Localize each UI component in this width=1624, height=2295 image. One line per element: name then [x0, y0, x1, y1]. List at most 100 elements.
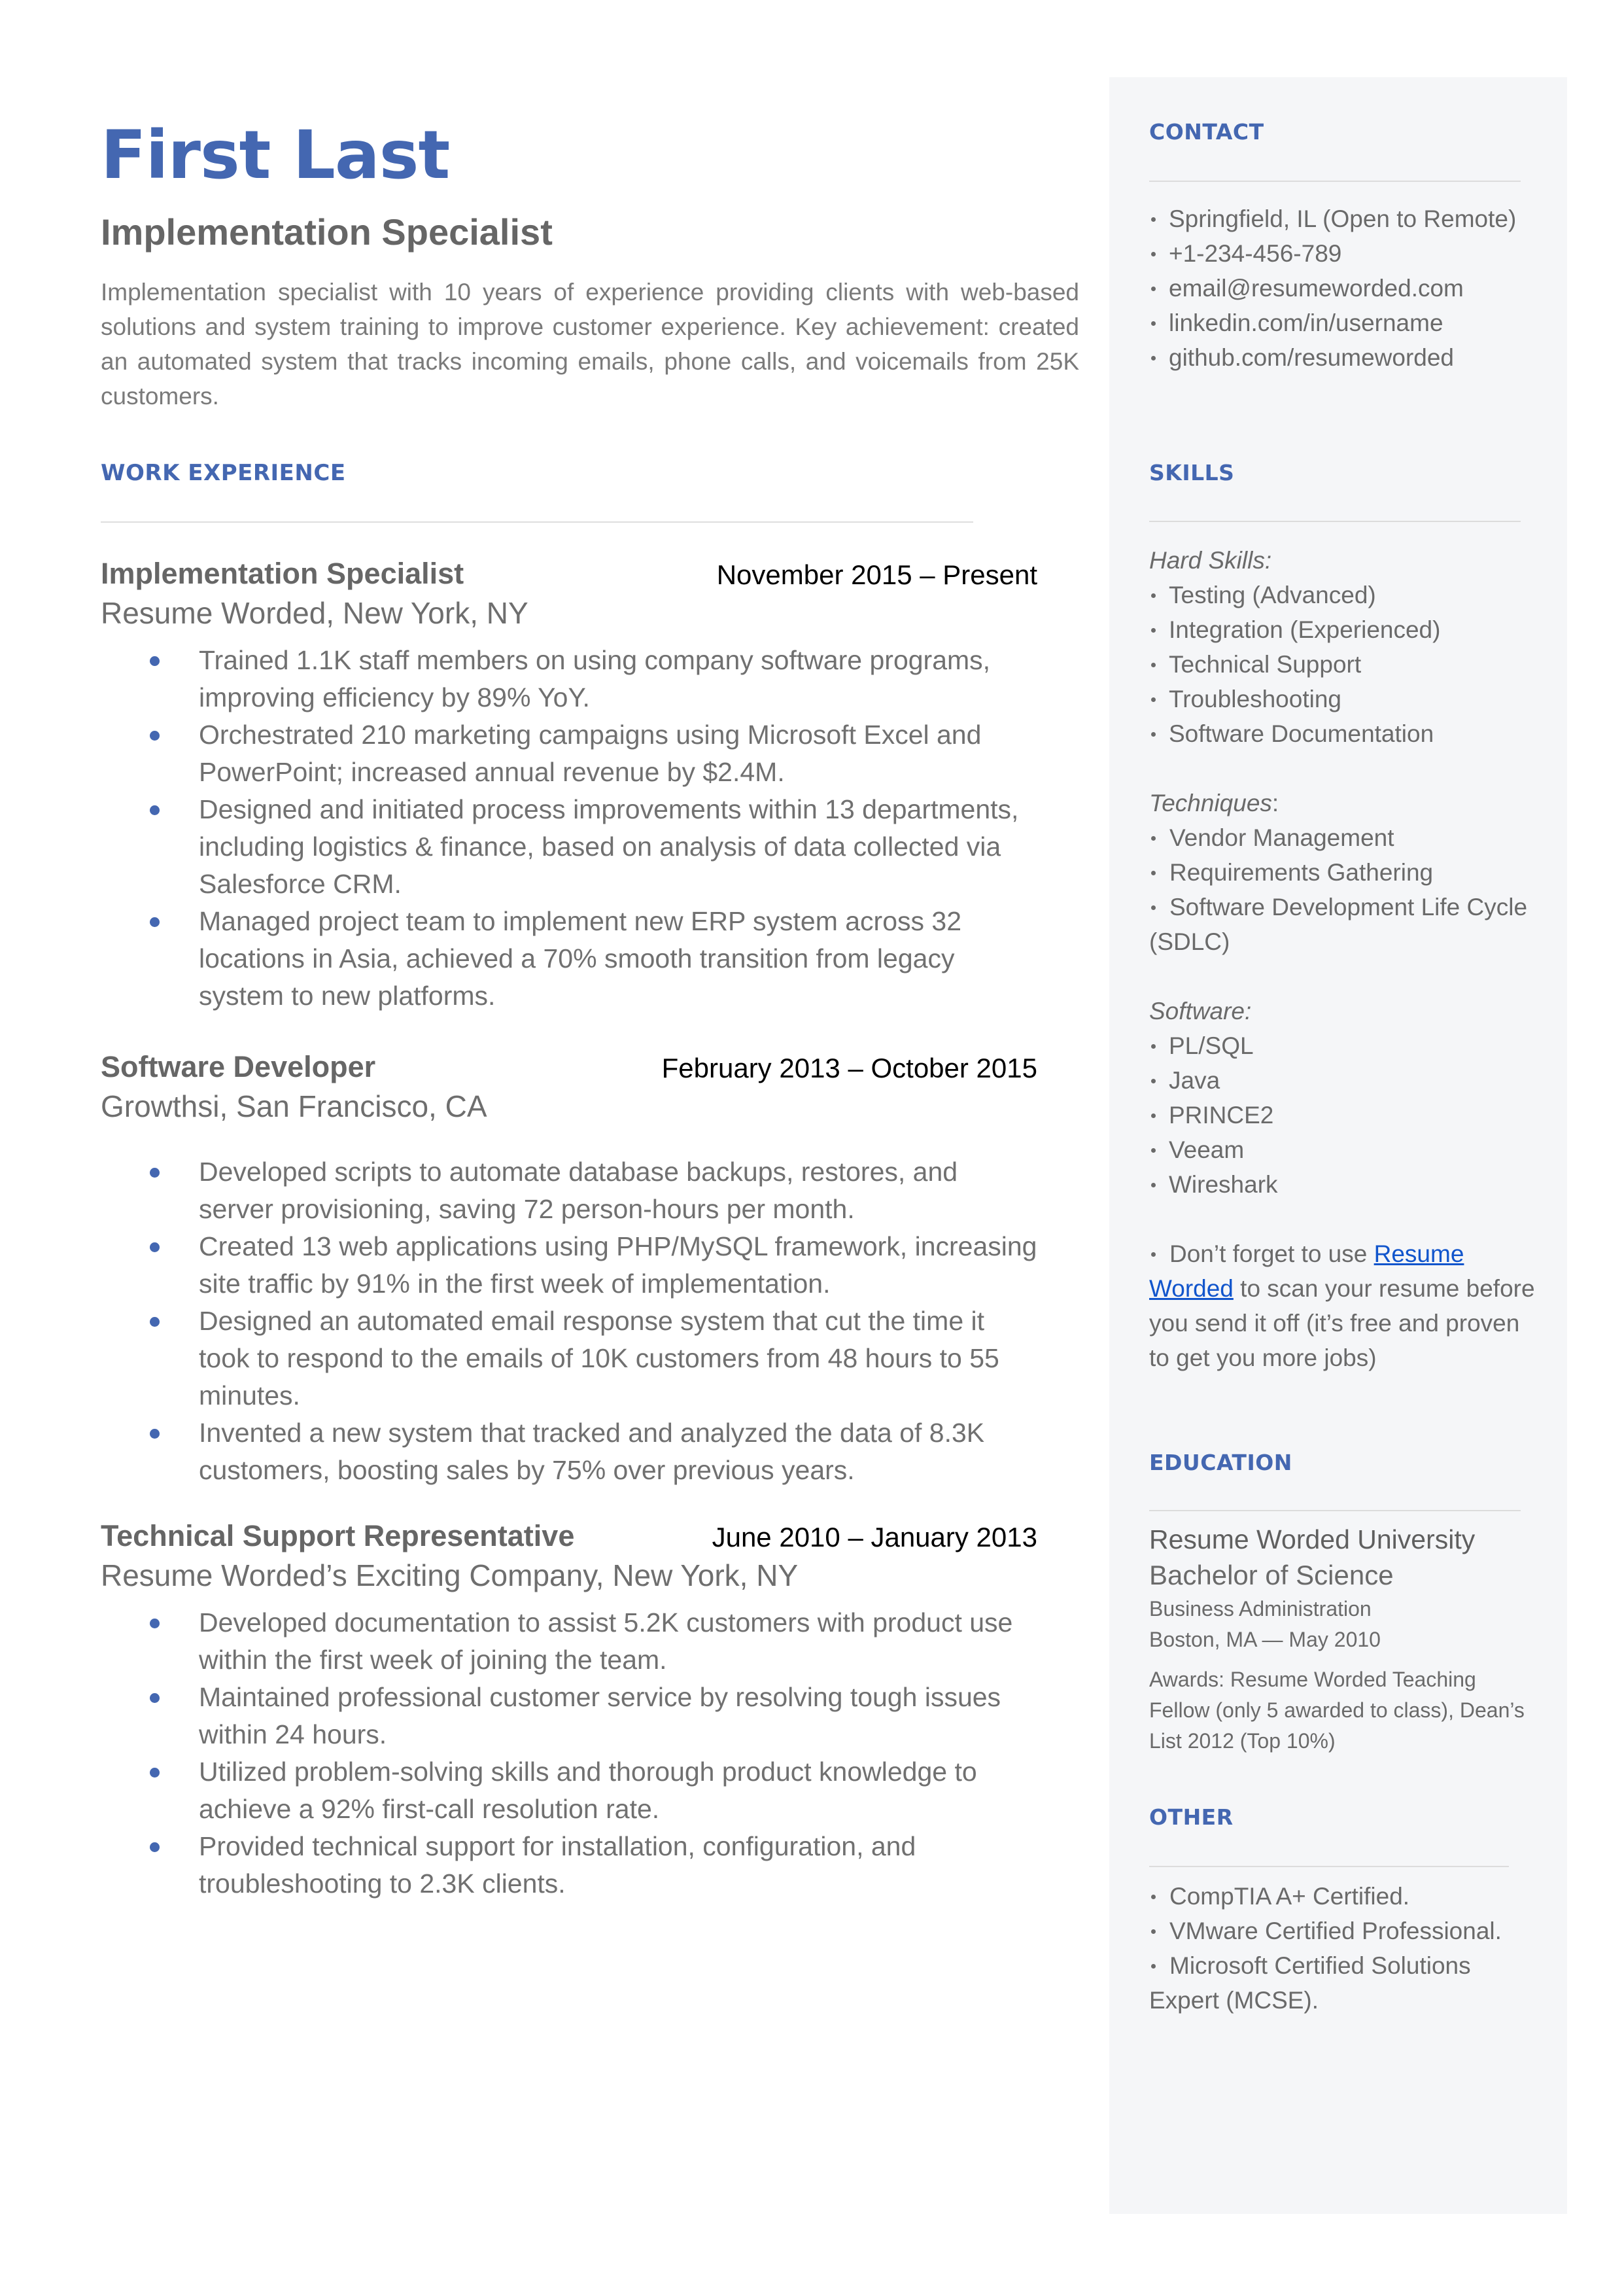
work-experience-heading: WORK EXPERIENCE: [101, 460, 346, 486]
bullet-dot-icon: [150, 1242, 160, 1252]
bullet-item: Invented a new system that tracked and a…: [101, 1414, 1037, 1489]
skill-item: Software Development Life Cycle (SDLC): [1149, 894, 1528, 955]
education-location-date: Boston, MA — May 2010: [1149, 1628, 1381, 1651]
bullet-dot-icon: [1151, 871, 1156, 875]
software-list: PL/SQL Java PRINCE2 Veeam Wireshark: [1149, 1028, 1542, 1202]
resume-worded-tip: Don’t forget to use Resume Worded to sca…: [1149, 1240, 1535, 1371]
skill-item: Wireshark: [1149, 1167, 1542, 1202]
bullet-dot-icon: [150, 805, 160, 815]
contact-email[interactable]: email@resumeworded.com: [1149, 271, 1542, 306]
bullet-dot-icon: [150, 1168, 160, 1178]
bullet-dot-icon: [150, 1693, 160, 1703]
candidate-headline: Implementation Specialist: [101, 211, 553, 253]
bullet-dot-icon: [150, 1317, 160, 1327]
education-block: Resume Worded University Bachelor of Sci…: [1149, 1522, 1542, 1757]
bullet-dot-icon: [1151, 1079, 1156, 1083]
bullet-item: Designed an automated email response sys…: [101, 1303, 1037, 1414]
section-divider: [1149, 181, 1521, 182]
section-divider: [1149, 1866, 1509, 1867]
job-company: Growthsi, San Francisco, CA: [101, 1089, 487, 1123]
job-title: Technical Support Representative: [101, 1519, 575, 1552]
section-divider: [1149, 521, 1521, 522]
bullet-dot-icon: [150, 731, 160, 741]
bullet-item: Trained 1.1K staff members on using comp…: [101, 642, 1037, 716]
bullet-dot-icon: [150, 1619, 160, 1628]
job-company: Resume Worded, New York, NY: [101, 596, 528, 630]
certification-item: CompTIA A+ Certified.: [1149, 1879, 1542, 1914]
job-company: Resume Worded’s Exciting Company, New Yo…: [101, 1558, 799, 1592]
job-bullets: Developed scripts to automate database b…: [101, 1153, 1037, 1489]
bullet-item: Utilized problem-solving skills and thor…: [101, 1753, 1037, 1828]
hard-skills-label: Hard Skills:: [1149, 547, 1272, 574]
field-of-study: Business Administration: [1149, 1597, 1372, 1621]
job-dates: November 2015 – Present: [716, 559, 1037, 590]
skill-item: Software Documentation: [1149, 716, 1542, 751]
job-bullets: Developed documentation to assist 5.2K c…: [101, 1604, 1037, 1902]
skills-block: Hard Skills: Testing (Advanced) Integrat…: [1149, 543, 1542, 1375]
bullet-dot-icon: [1151, 252, 1156, 256]
job-entry: Technical Support Representative June 20…: [101, 1516, 1037, 1902]
bullet-dot-icon: [150, 1768, 160, 1778]
job-dates: June 2010 – January 2013: [712, 1522, 1037, 1552]
contact-linkedin[interactable]: linkedin.com/in/username: [1149, 306, 1542, 340]
job-dates: February 2013 – October 2015: [661, 1053, 1037, 1083]
bullet-dot-icon: [150, 917, 160, 927]
school-name: Resume Worded University: [1149, 1524, 1476, 1554]
hard-skills-list: Testing (Advanced) Integration (Experien…: [1149, 578, 1542, 751]
sidebar: CONTACT Springfield, IL (Open to Remote)…: [1109, 77, 1567, 2214]
other-block: CompTIA A+ Certified. VMware Certified P…: [1149, 1879, 1542, 2018]
contact-block: Springfield, IL (Open to Remote) +1-234-…: [1149, 201, 1542, 375]
contact-phone[interactable]: +1-234-456-789: [1149, 236, 1542, 271]
skill-item: Requirements Gathering: [1149, 855, 1542, 890]
bullet-dot-icon: [1151, 732, 1156, 737]
bullet-item: Maintained professional customer service…: [101, 1679, 1037, 1753]
bullet-item: Developed scripts to automate database b…: [101, 1153, 1037, 1228]
skill-item: Integration (Experienced): [1149, 612, 1542, 647]
skill-item: PRINCE2: [1149, 1098, 1542, 1132]
bullet-dot-icon: [1151, 1252, 1156, 1257]
bullet-item: Provided technical support for installat…: [101, 1828, 1037, 1902]
contact-list: Springfield, IL (Open to Remote) +1-234-…: [1149, 201, 1542, 375]
skill-item: PL/SQL: [1149, 1028, 1542, 1063]
job-title: Software Developer: [101, 1050, 376, 1083]
bullet-dot-icon: [150, 656, 160, 666]
summary: Implementation specialist with 10 years …: [101, 279, 1079, 410]
education-heading: EDUCATION: [1149, 1450, 1292, 1475]
degree: Bachelor of Science: [1149, 1560, 1394, 1590]
bullet-dot-icon: [1151, 628, 1156, 633]
bullet-item: Orchestrated 210 marketing campaigns usi…: [101, 716, 1037, 791]
bullet-dot-icon: [1151, 1964, 1156, 1969]
bullet-dot-icon: [1151, 356, 1156, 360]
certification-item: Microsoft Certified Solutions Expert (MC…: [1149, 1952, 1471, 2014]
contact-github[interactable]: github.com/resumeworded: [1149, 340, 1542, 375]
section-divider: [1149, 1510, 1521, 1511]
bullet-dot-icon: [1151, 1148, 1156, 1153]
certification-item: VMware Certified Professional.: [1149, 1914, 1542, 1948]
bullet-dot-icon: [1151, 1895, 1156, 1899]
contact-location: Springfield, IL (Open to Remote): [1149, 201, 1542, 236]
bullet-dot-icon: [1151, 1113, 1156, 1118]
bullet-dot-icon: [1151, 836, 1156, 841]
bullet-dot-icon: [1151, 593, 1156, 598]
skill-item: Troubleshooting: [1149, 682, 1542, 716]
skill-item: Testing (Advanced): [1149, 578, 1542, 612]
candidate-name: First Last: [101, 116, 450, 194]
bullet-dot-icon: [1151, 697, 1156, 702]
education-awards: Awards: Resume Worded Teaching Fellow (o…: [1149, 1668, 1525, 1753]
bullet-dot-icon: [1151, 321, 1156, 326]
bullet-item: Managed project team to implement new ER…: [101, 903, 1037, 1015]
bullet-dot-icon: [1151, 287, 1156, 291]
bullet-item: Designed and initiated process improveme…: [101, 791, 1037, 903]
bullet-dot-icon: [150, 1842, 160, 1852]
job-title: Implementation Specialist: [101, 557, 464, 590]
bullet-dot-icon: [1151, 217, 1156, 222]
skills-heading: SKILLS: [1149, 460, 1235, 485]
other-heading: OTHER: [1149, 1804, 1234, 1830]
contact-heading: CONTACT: [1149, 119, 1264, 145]
software-label: Software:: [1149, 998, 1252, 1025]
job-bullets: Trained 1.1K staff members on using comp…: [101, 642, 1037, 1015]
bullet-dot-icon: [1151, 1044, 1156, 1049]
bullet-dot-icon: [150, 1429, 160, 1439]
skill-item: Vendor Management: [1149, 820, 1542, 855]
bullet-dot-icon: [1151, 905, 1156, 910]
